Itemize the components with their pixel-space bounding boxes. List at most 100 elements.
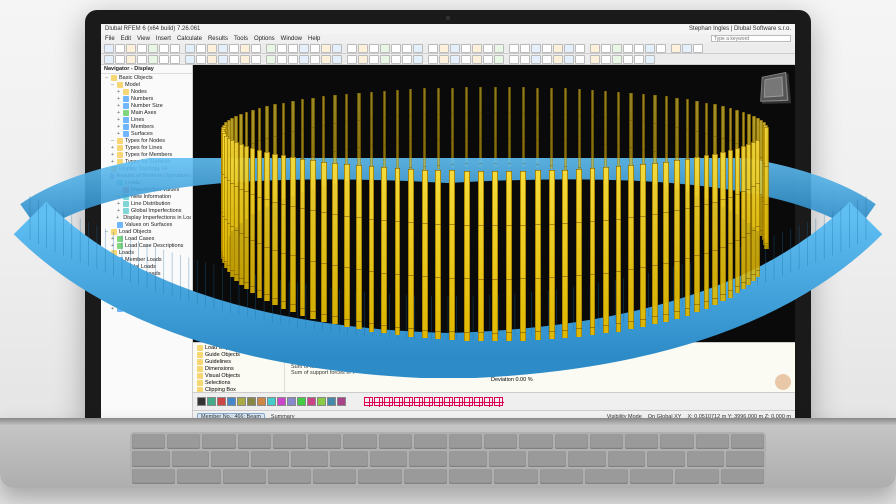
toolbar-button[interactable]	[483, 55, 493, 64]
toolbar-button[interactable]	[185, 55, 195, 64]
toolbar-button[interactable]	[623, 44, 633, 53]
color-swatch[interactable]	[197, 397, 206, 406]
toolbar-button[interactable]	[601, 55, 611, 64]
toolbar-button[interactable]	[126, 44, 136, 53]
tree-item[interactable]: −Basic Objects	[102, 74, 191, 81]
toolbar-button[interactable]	[380, 55, 390, 64]
color-swatch[interactable]	[337, 397, 346, 406]
navigator-tree[interactable]: −Basic Objects−Model+Nodes+Numbers+Numbe…	[101, 74, 192, 312]
search-input[interactable]	[711, 35, 791, 42]
menu-tools[interactable]: Tools	[234, 36, 248, 42]
toolbar-button[interactable]	[472, 44, 482, 53]
color-swatch[interactable]	[327, 397, 336, 406]
tree-item[interactable]: −Model	[108, 81, 191, 88]
menu-help[interactable]: Help	[308, 36, 320, 42]
toolbar-button[interactable]	[439, 44, 449, 53]
tree-item[interactable]: −Results of Boolean Operations	[102, 172, 191, 179]
menu-window[interactable]: Window	[281, 36, 302, 42]
toolbar-button[interactable]	[369, 55, 379, 64]
toolbar-button[interactable]	[321, 55, 331, 64]
color-swatch[interactable]	[307, 397, 316, 406]
edit-handle[interactable]	[404, 397, 413, 406]
toolbar-button[interactable]	[391, 44, 401, 53]
toolbar-button[interactable]	[159, 55, 169, 64]
toolbar-button[interactable]	[531, 55, 541, 64]
tree-item[interactable]: +Solid Loads	[108, 284, 191, 291]
toolbar-button[interactable]	[347, 44, 357, 53]
toolbar-button[interactable]	[520, 55, 530, 64]
color-swatch[interactable]	[297, 397, 306, 406]
toolbar-button[interactable]	[601, 44, 611, 53]
color-swatch[interactable]	[277, 397, 286, 406]
color-swatch[interactable]	[227, 397, 236, 406]
edit-handle[interactable]	[424, 397, 433, 406]
toolbar-button[interactable]	[218, 44, 228, 53]
navigator-panel[interactable]: Navigator - Display −Basic Objects−Model…	[101, 65, 193, 422]
toolbar-button[interactable]	[413, 44, 423, 53]
summary-tree[interactable]: Load ObjectsGuide ObjectsGuidelinesDimen…	[193, 343, 285, 392]
toolbar-button[interactable]	[277, 55, 287, 64]
toolbar-button[interactable]	[428, 55, 438, 64]
toolbar-button[interactable]	[321, 44, 331, 53]
toolbar-button[interactable]	[332, 44, 342, 53]
toolbar-button[interactable]	[159, 44, 169, 53]
edit-handle[interactable]	[394, 397, 403, 406]
toolbar-button[interactable]	[542, 55, 552, 64]
summary-tree-item[interactable]: Selections	[195, 379, 282, 386]
tree-item[interactable]: +Global Imperfections	[114, 207, 191, 214]
toolbar-button[interactable]	[645, 55, 655, 64]
toolbar-button[interactable]	[450, 55, 460, 64]
color-swatch[interactable]	[267, 397, 276, 406]
toolbar-button[interactable]	[240, 55, 250, 64]
toolbar-button[interactable]	[413, 55, 423, 64]
tree-item[interactable]: +Line Distribution	[114, 200, 191, 207]
menu-file[interactable]: File	[105, 36, 115, 42]
toolbar-button[interactable]	[612, 55, 622, 64]
menu-results[interactable]: Results	[208, 36, 228, 42]
tree-item[interactable]: −Types for Nodes	[108, 137, 191, 144]
tree-item[interactable]: +Types for Lines	[108, 144, 191, 151]
toolbar-button[interactable]	[229, 55, 239, 64]
toolbar-button[interactable]	[553, 55, 563, 64]
toolbar-button[interactable]	[266, 44, 276, 53]
tree-item[interactable]: +Surface Set Loads	[108, 305, 191, 312]
menu-calculate[interactable]: Calculate	[177, 36, 202, 42]
toolbar-button[interactable]	[115, 44, 125, 53]
tree-item[interactable]: −Loads	[102, 249, 191, 256]
toolbar-button[interactable]	[277, 44, 287, 53]
toolbar-button[interactable]	[196, 44, 206, 53]
summary-tree-item[interactable]: Guidelines	[195, 358, 282, 365]
tree-item[interactable]: +Imposed Load	[108, 291, 191, 298]
toolbar-button[interactable]	[428, 44, 438, 53]
toolbar-button[interactable]	[148, 44, 158, 53]
toolbar-button[interactable]	[645, 44, 655, 53]
tree-item[interactable]: +Nodes	[114, 88, 191, 95]
toolbar-button[interactable]	[461, 44, 471, 53]
edit-handle[interactable]	[474, 397, 483, 406]
tree-item[interactable]: +Surfaces	[114, 130, 191, 137]
edit-handle[interactable]	[494, 397, 503, 406]
toolbar-button[interactable]	[369, 44, 379, 53]
toolbar-button[interactable]	[240, 44, 250, 53]
toolbar-button[interactable]	[104, 44, 114, 53]
toolbar-button[interactable]	[612, 44, 622, 53]
toolbar-button[interactable]	[288, 55, 298, 64]
summary-tree-item[interactable]: Load Objects	[195, 344, 282, 351]
toolbar-button[interactable]	[564, 55, 574, 64]
toolbar-button[interactable]	[266, 55, 276, 64]
toolbar-button[interactable]	[590, 44, 600, 53]
summary-tree-item[interactable]: Guide Objects	[195, 351, 282, 358]
toolbar-button[interactable]	[148, 55, 158, 64]
toolbar-button[interactable]	[472, 55, 482, 64]
edit-handle[interactable]	[464, 397, 473, 406]
toolbar-button[interactable]	[207, 44, 217, 53]
tree-item[interactable]: +Member Loads	[108, 256, 191, 263]
toolbar-button[interactable]	[185, 44, 195, 53]
toolbar-button[interactable]	[439, 55, 449, 64]
toolbar-button[interactable]	[682, 44, 692, 53]
toolbar-button[interactable]	[564, 44, 574, 53]
color-swatch[interactable]	[237, 397, 246, 406]
summary-tree-item[interactable]: Visual Objects	[195, 372, 282, 379]
toolbar-button[interactable]	[542, 44, 552, 53]
toolbar-button[interactable]	[520, 44, 530, 53]
